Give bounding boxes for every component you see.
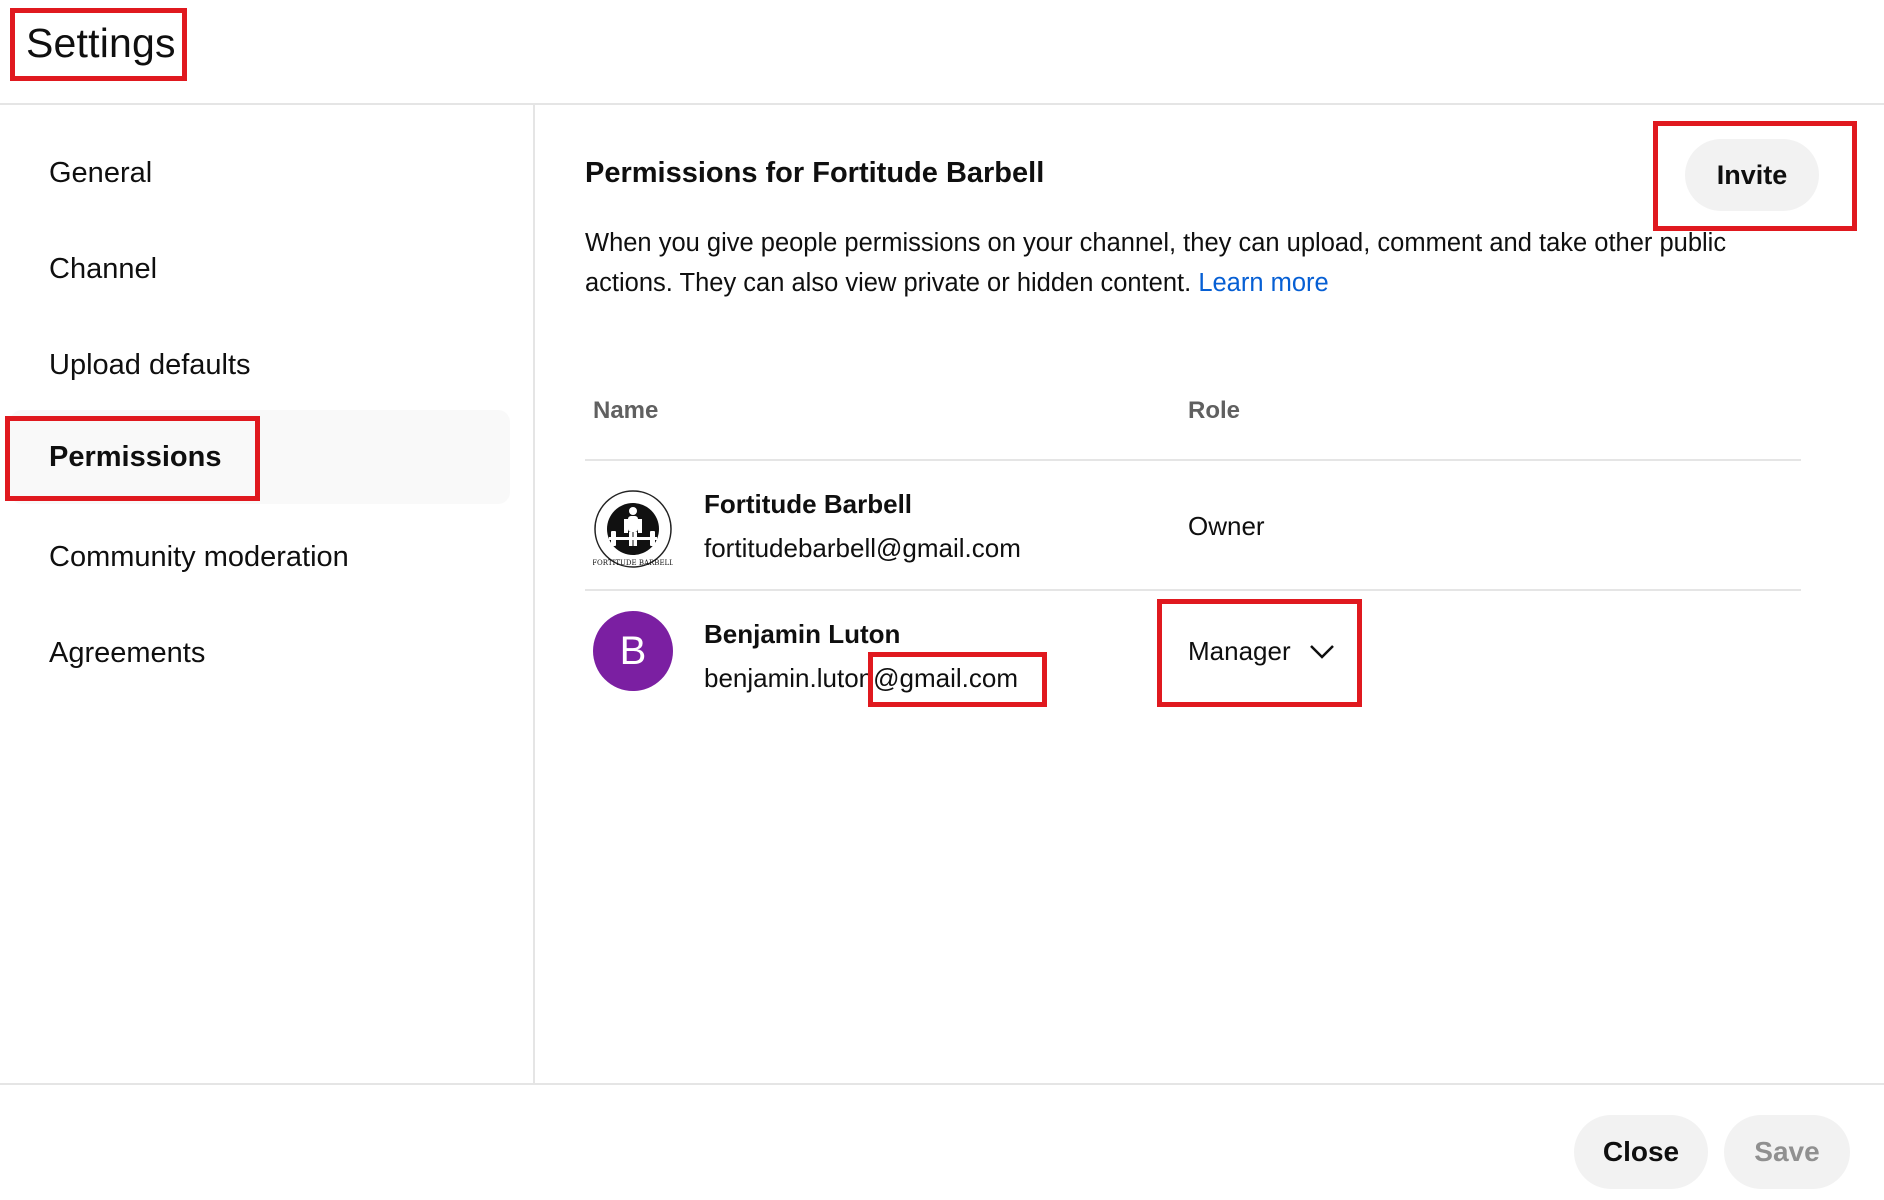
svg-text:FORTITUDE BARBELL: FORTITUDE BARBELL: [593, 559, 673, 567]
sidebar-item-agreements[interactable]: Agreements: [10, 606, 510, 700]
sidebar-item-channel[interactable]: Channel: [10, 222, 510, 316]
chevron-down-icon: [1309, 644, 1334, 659]
role-dropdown[interactable]: Manager: [1188, 636, 1335, 667]
user-name: Benjamin Luton: [704, 619, 901, 649]
user-email: benjamin.luton@gmail.com: [704, 663, 1018, 693]
sidebar-item-upload-defaults[interactable]: Upload defaults: [10, 318, 510, 412]
close-button[interactable]: Close: [1574, 1115, 1708, 1189]
description-text: When you give people permissions on your…: [585, 229, 1727, 297]
sidebar-item-label: Channel: [49, 252, 158, 285]
avatar: B: [593, 611, 673, 691]
role-owner: Owner: [1188, 511, 1265, 541]
sidebar-item-label: Upload defaults: [49, 348, 251, 381]
sidebar-item-label: Community moderation: [49, 540, 349, 573]
invite-button[interactable]: Invite: [1685, 139, 1819, 211]
user-name: Fortitude Barbell: [704, 489, 913, 519]
table-divider: [585, 459, 1801, 461]
permissions-panel: Permissions for Fortitude Barbell Invite…: [537, 105, 1884, 1083]
sidebar-item-label: General: [49, 156, 153, 189]
sidebar-item-permissions[interactable]: Permissions: [10, 410, 510, 504]
sidebar-item-general[interactable]: General: [10, 126, 510, 220]
fortitude-barbell-logo: FORTITUDE BARBELL: [592, 489, 674, 569]
learn-more-link[interactable]: Learn more: [1198, 269, 1328, 297]
sidebar-item-label: Permissions: [49, 440, 222, 473]
sidebar-item-community-moderation[interactable]: Community moderation: [10, 510, 510, 604]
footer: Close Save: [0, 1083, 1884, 1200]
column-header-name: Name: [593, 397, 659, 424]
header: Settings: [0, 0, 1884, 105]
role-dropdown-value: Manager: [1188, 636, 1291, 666]
table-divider: [585, 589, 1801, 591]
section-title: Permissions for Fortitude Barbell: [585, 157, 1045, 189]
settings-dialog: Settings General Channel Upload defaults…: [0, 0, 1884, 1200]
sidebar: General Channel Upload defaults Permissi…: [0, 105, 535, 1083]
permissions-description: When you give people permissions on your…: [585, 223, 1775, 303]
page-title: Settings: [26, 20, 176, 66]
user-email: fortitudebarbell@gmail.com: [704, 533, 1021, 563]
sidebar-item-label: Agreements: [49, 636, 206, 669]
column-header-role: Role: [1188, 397, 1241, 424]
save-button[interactable]: Save: [1724, 1115, 1850, 1189]
logo-icon: FORTITUDE BARBELL: [592, 490, 674, 568]
